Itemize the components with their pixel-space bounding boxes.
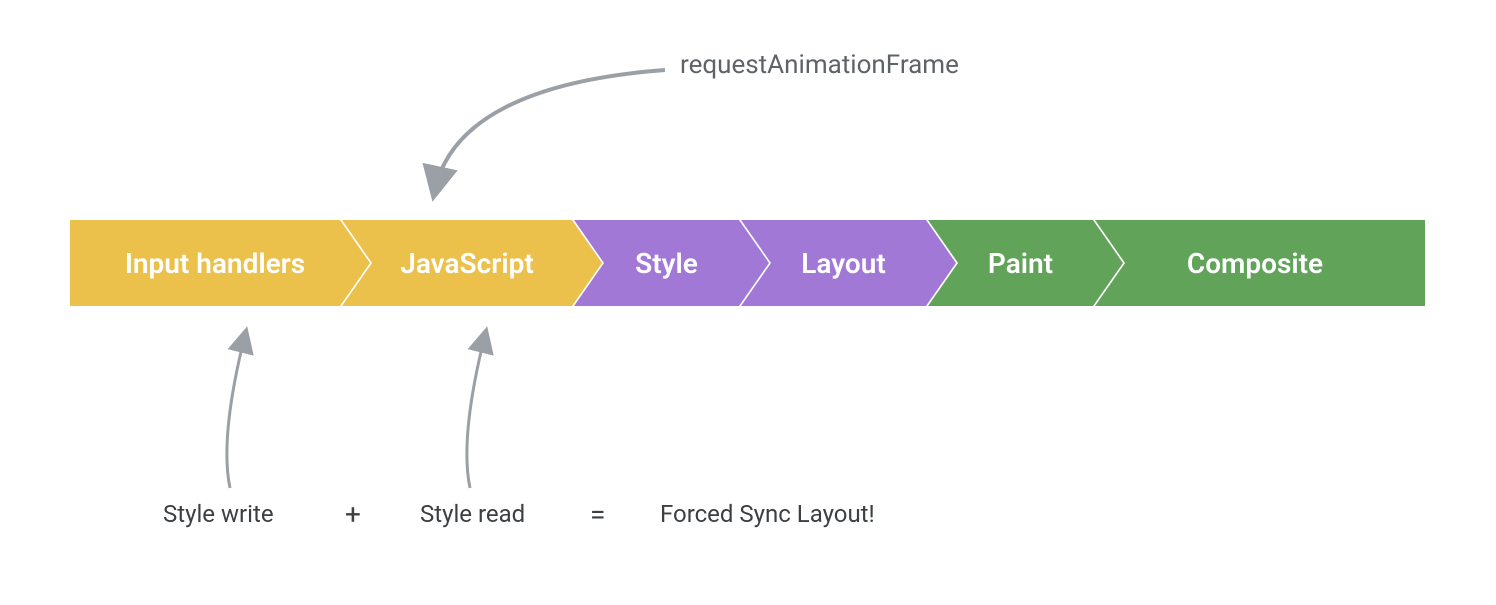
stage-label: Composite	[1187, 247, 1323, 280]
raf-label: requestAnimationFrame	[680, 50, 959, 80]
stage-input-handlers: Input handlers	[70, 220, 370, 306]
equals-symbol: =	[590, 498, 605, 531]
stage-composite: Composite	[1095, 220, 1425, 306]
style-read-arrow	[467, 335, 485, 488]
forced-sync-layout-label: Forced Sync Layout!	[660, 500, 875, 528]
style-write-label: Style write	[163, 500, 274, 528]
plus-symbol: +	[345, 498, 361, 531]
stage-layout: Layout	[741, 220, 956, 306]
stage-label: Layout	[801, 247, 886, 280]
stage-style: Style	[574, 220, 769, 306]
stage-label: Paint	[988, 247, 1053, 280]
stage-javascript: JavaScript	[342, 220, 602, 306]
stage-label: Input handlers	[125, 247, 305, 280]
stage-paint: Paint	[928, 220, 1123, 306]
stage-label: Style	[635, 247, 698, 280]
stage-label: JavaScript	[400, 247, 534, 280]
style-write-arrow	[227, 335, 245, 488]
raf-arrow	[435, 70, 665, 190]
style-read-label: Style read	[420, 500, 525, 528]
